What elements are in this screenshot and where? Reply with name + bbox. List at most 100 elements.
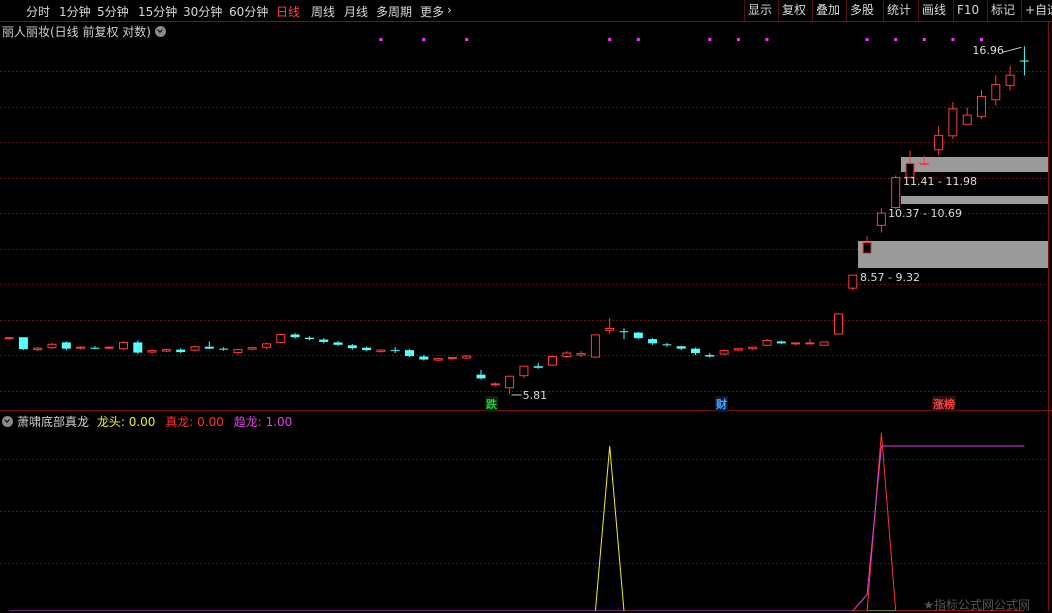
timeframe-8[interactable]: 月线 [344, 3, 368, 20]
candle-body [462, 355, 472, 359]
toolbar-button-3[interactable]: 多股 [846, 0, 877, 21]
candle-body [862, 241, 872, 254]
candle-body [562, 352, 572, 358]
timeframe-6[interactable]: 日线 [276, 3, 300, 20]
timeframe-7[interactable]: 周线 [311, 3, 335, 20]
toolbar-button-5[interactable]: 画线 [918, 0, 949, 21]
signal-dot [379, 38, 383, 41]
timeframe-2[interactable]: 5分钟 [97, 3, 129, 20]
signal-dot [951, 38, 955, 41]
toolbar-button-2[interactable]: 叠加 [812, 0, 843, 21]
signal-dot [980, 38, 983, 41]
candle-body [319, 339, 329, 342]
signal-label-zhangbang: 涨榜 [932, 396, 956, 412]
candle-body [605, 327, 615, 331]
signal-dot [422, 38, 426, 41]
kline-chart[interactable] [0, 0, 1052, 611]
signal-dot [765, 38, 769, 41]
toolbar-button-7[interactable]: 标记 [987, 0, 1018, 21]
candle-body [991, 84, 1001, 101]
min-price-label: 5.81 [522, 388, 548, 402]
candle-body [876, 212, 886, 226]
toolbar-button-0[interactable]: 显示 [744, 0, 775, 21]
timeframe-4[interactable]: 30分钟 [183, 3, 222, 20]
zone-label-3: 8.57 - 9.32 [860, 271, 920, 284]
candle-body [662, 344, 672, 346]
max-price-label: 16.96 [972, 44, 1004, 58]
signal-label-die: 跌 [485, 396, 498, 412]
candle-body [161, 349, 171, 352]
candle-body [519, 365, 529, 377]
indicator-name: 萧啸底部真龙 [17, 415, 90, 429]
indicator-field-zhenlong: 真龙: 0.00 [165, 415, 224, 429]
chevron-down-icon[interactable] [2, 416, 13, 427]
signal-dot [636, 38, 640, 41]
toolbar-button-6[interactable]: F10 [953, 0, 982, 21]
candle-body [948, 108, 958, 137]
candle-body [548, 356, 557, 366]
candle-body [247, 347, 257, 350]
candle-body [962, 114, 972, 125]
watermark: ★指标公式网公式网 [923, 598, 1030, 612]
candle-body [977, 96, 986, 117]
candle-body [219, 348, 229, 350]
candle-body [891, 177, 901, 209]
candle-body [362, 347, 372, 351]
signal-dot [736, 38, 740, 41]
zone-label-1: 11.41 - 11.98 [903, 175, 977, 188]
candle-body [204, 346, 214, 349]
toolbar-button-1[interactable]: 复权 [778, 0, 809, 21]
candle-body [1019, 60, 1029, 62]
candle-body [791, 342, 801, 345]
candle-body [934, 134, 944, 151]
candle-body [290, 334, 300, 338]
candle-body [776, 341, 786, 344]
candle-body [676, 346, 686, 349]
max-arrow [1002, 46, 1022, 53]
candle-body [33, 347, 43, 351]
main-chart-title: 丽人丽妆(日线 前复权 对数) [2, 23, 166, 40]
toolbar-button-8[interactable]: +自选 [1021, 0, 1052, 21]
zone-label-2: 10.37 - 10.69 [888, 207, 962, 220]
candle-body [119, 341, 128, 350]
candle-body [705, 355, 715, 357]
signal-dot [922, 38, 926, 41]
candle-body [47, 343, 57, 349]
candle-body [533, 366, 543, 368]
candle-body [76, 346, 86, 349]
toolbar-button-4[interactable]: 统计 [883, 0, 914, 21]
timeframe-1[interactable]: 1分钟 [59, 3, 91, 20]
timeframe-5[interactable]: 60分钟 [229, 3, 268, 20]
indicator-field-longtou: 龙头: 0.00 [96, 415, 156, 429]
candle-body [719, 350, 729, 355]
candle-body [748, 346, 758, 350]
candle-body [376, 349, 386, 353]
candle-body [762, 340, 772, 346]
zone-band [901, 157, 1048, 172]
timeframe-9[interactable]: 多周期 [376, 3, 412, 20]
zone-band [901, 196, 1048, 204]
candle-body [276, 333, 286, 343]
timeframe-0[interactable]: 分时 [26, 3, 50, 20]
period-toolbar: 分时 1分钟 5分钟 15分钟 30分钟 60分钟 日线 周线 月线 多周期 更多 › 显示 复权 叠加 多股… [0, 0, 1052, 22]
signal-dot [708, 38, 712, 41]
signal-dot [465, 38, 469, 41]
stock-title: 丽人丽妆(日线 前复权 对数) [2, 25, 151, 39]
candle-body [819, 341, 829, 346]
timeframe-10[interactable]: 更多 [420, 3, 444, 20]
indicator-line [9, 445, 1025, 611]
candle-body [576, 353, 586, 356]
candle-body [476, 374, 486, 379]
timeframe-3[interactable]: 15分钟 [138, 3, 177, 20]
chevron-right-icon[interactable]: › [447, 3, 452, 17]
candle-body [405, 350, 414, 357]
candle-body [347, 345, 357, 349]
signal-dot [865, 38, 869, 41]
chevron-down-icon[interactable] [155, 26, 166, 37]
candle-body [104, 346, 114, 349]
candle-body [147, 350, 157, 353]
candle-body [490, 383, 500, 386]
candle-body [18, 337, 28, 350]
candle-body [304, 337, 314, 340]
indicator-field-qulong: 趋龙: 1.00 [233, 415, 293, 429]
